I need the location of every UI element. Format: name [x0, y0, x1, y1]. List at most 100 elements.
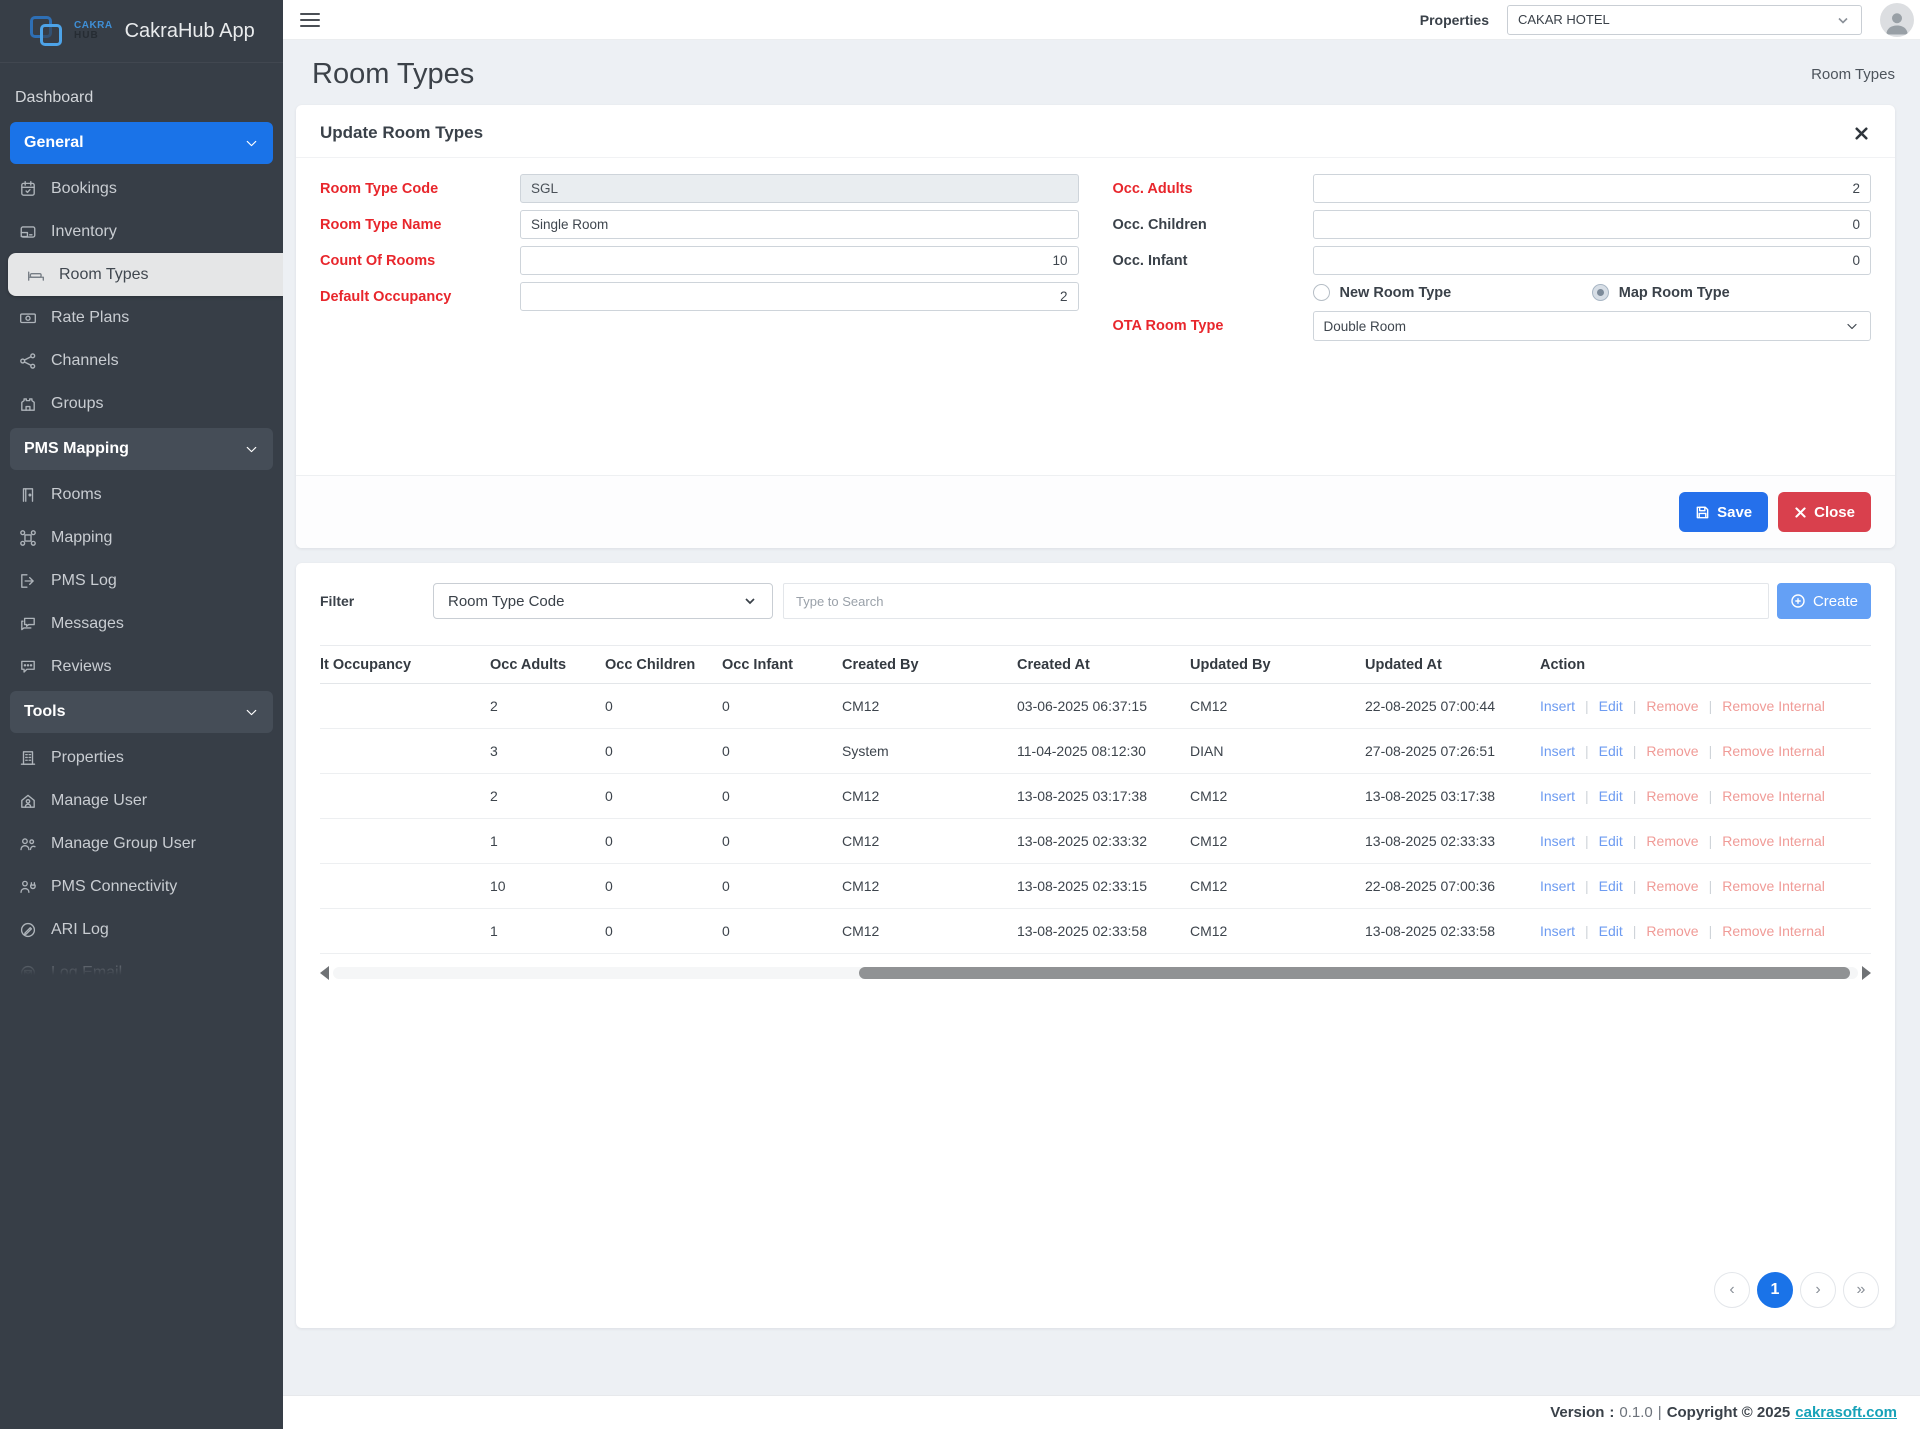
- count-of-rooms-input[interactable]: [520, 246, 1079, 275]
- table-cell: 0: [722, 923, 842, 939]
- sidebar-item-inventory[interactable]: Inventory: [0, 210, 283, 253]
- column-header-updated-by: Updated By: [1190, 657, 1365, 673]
- table-cell: CM12: [842, 788, 1017, 804]
- sidebar-item-messages[interactable]: Messages: [0, 602, 283, 645]
- sidebar-item-pms-connectivity[interactable]: PMS Connectivity: [0, 865, 283, 908]
- sidebar-item-reviews[interactable]: Reviews: [0, 645, 283, 688]
- banknote-icon: [19, 309, 37, 327]
- user-avatar-icon[interactable]: [1880, 3, 1914, 37]
- sidebar-item-manage-group-user[interactable]: Manage Group User: [0, 822, 283, 865]
- action-remove-link[interactable]: Remove: [1646, 743, 1698, 759]
- action-remove-internal-link[interactable]: Remove Internal: [1722, 788, 1825, 804]
- app-window: CAKRA HUB CakraHub App DashboardGeneralB…: [0, 0, 1920, 1429]
- action-edit-link[interactable]: Edit: [1599, 878, 1623, 894]
- form-row-default-occupancy: Default Occupancy: [320, 282, 1079, 311]
- last-page-button[interactable]: »: [1843, 1272, 1879, 1308]
- close-icon[interactable]: [1851, 123, 1871, 143]
- occ-adults-input[interactable]: [1313, 174, 1872, 203]
- sidebar-item-pms-log[interactable]: PMS Log: [0, 559, 283, 602]
- action-remove-link[interactable]: Remove: [1646, 788, 1698, 804]
- sidebar-item-mapping[interactable]: Mapping: [0, 516, 283, 559]
- scrollbar-track[interactable]: [333, 967, 1858, 979]
- action-remove-link[interactable]: Remove: [1646, 698, 1698, 714]
- occ-infant-input[interactable]: [1313, 246, 1872, 275]
- sidebar-item-rate-plans[interactable]: Rate Plans: [0, 296, 283, 339]
- sidebar-item-properties[interactable]: Properties: [0, 736, 283, 779]
- sidebar-item-ari-log[interactable]: ARI Log: [0, 908, 283, 951]
- action-edit-link[interactable]: Edit: [1599, 923, 1623, 939]
- update-card-footer: Save Close: [296, 475, 1895, 548]
- room-type-name-input[interactable]: [520, 210, 1079, 239]
- sidebar-item-groups[interactable]: Groups: [0, 382, 283, 425]
- form-left-column: Room Type CodeRoom Type NameCount Of Roo…: [320, 174, 1079, 475]
- map-room-type-radio[interactable]: Map Room Type: [1592, 284, 1871, 301]
- sidebar-item-bookings[interactable]: Bookings: [0, 167, 283, 210]
- action-cell: Insert|Edit|Remove|Remove Internal: [1540, 923, 1871, 939]
- field-label-count-of-rooms: Count Of Rooms: [320, 253, 520, 269]
- sidebar-item-dashboard[interactable]: Dashboard: [0, 76, 283, 119]
- action-remove-internal-link[interactable]: Remove Internal: [1722, 878, 1825, 894]
- table-cell: System: [842, 743, 1017, 759]
- create-button[interactable]: Create: [1777, 583, 1871, 619]
- close-button[interactable]: Close: [1778, 492, 1871, 532]
- room-type-mode-radios: New Room TypeMap Room Type: [1313, 284, 1872, 301]
- sidebar-item-room-types[interactable]: Room Types: [8, 253, 283, 296]
- action-insert-link[interactable]: Insert: [1540, 743, 1575, 759]
- sidebar-item-pms-mapping[interactable]: PMS Mapping: [10, 428, 273, 470]
- action-insert-link[interactable]: Insert: [1540, 833, 1575, 849]
- search-input[interactable]: [783, 583, 1769, 619]
- table-cell: 0: [722, 698, 842, 714]
- version-label: Version: [1550, 1404, 1604, 1421]
- column-header-created-at: Created At: [1017, 657, 1190, 673]
- table-cell: 13-08-2025 02:33:33: [1365, 833, 1540, 849]
- save-button[interactable]: Save: [1679, 492, 1768, 532]
- room-type-code-input[interactable]: [520, 174, 1079, 203]
- action-insert-link[interactable]: Insert: [1540, 923, 1575, 939]
- default-occupancy-input[interactable]: [520, 282, 1079, 311]
- action-insert-link[interactable]: Insert: [1540, 878, 1575, 894]
- table-cell: 0: [605, 743, 722, 759]
- action-edit-link[interactable]: Edit: [1599, 788, 1623, 804]
- pagination: ‹1›»: [1714, 1272, 1879, 1308]
- page-1-button[interactable]: 1: [1757, 1272, 1793, 1308]
- cakrasoft-link[interactable]: cakrasoft.com: [1795, 1404, 1897, 1421]
- table-cell: 0: [722, 878, 842, 894]
- footer-separator: |: [1658, 1404, 1662, 1421]
- sidebar-item-channels[interactable]: Channels: [0, 339, 283, 382]
- sidebar-item-manage-user[interactable]: Manage User: [0, 779, 283, 822]
- scroll-left-arrow-icon[interactable]: [320, 966, 329, 980]
- floppy-save-icon: [1695, 505, 1710, 520]
- table-row: 200CM1213-08-2025 03:17:38CM1213-08-2025…: [320, 774, 1871, 819]
- action-insert-link[interactable]: Insert: [1540, 698, 1575, 714]
- action-remove-internal-link[interactable]: Remove Internal: [1722, 698, 1825, 714]
- filter-field-select[interactable]: Room Type Code: [433, 583, 773, 619]
- prev-page-button[interactable]: ‹: [1714, 1272, 1750, 1308]
- scroll-right-arrow-icon[interactable]: [1862, 966, 1871, 980]
- sidebar-item-log-email[interactable]: Log Email: [0, 951, 283, 975]
- action-insert-link[interactable]: Insert: [1540, 788, 1575, 804]
- action-remove-internal-link[interactable]: Remove Internal: [1722, 743, 1825, 759]
- building-icon: [19, 749, 37, 767]
- action-remove-link[interactable]: Remove: [1646, 833, 1698, 849]
- action-remove-internal-link[interactable]: Remove Internal: [1722, 833, 1825, 849]
- property-select-value: CAKAR HOTEL: [1518, 12, 1835, 27]
- sidebar-item-general[interactable]: General: [10, 122, 273, 164]
- new-room-type-radio[interactable]: New Room Type: [1313, 284, 1592, 301]
- property-select[interactable]: CAKAR HOTEL: [1507, 5, 1862, 35]
- groups-icon: [19, 395, 37, 413]
- sidebar-item-rooms[interactable]: Rooms: [0, 473, 283, 516]
- ota-room-type-select[interactable]: Double Room: [1313, 311, 1872, 341]
- next-page-button[interactable]: ›: [1800, 1272, 1836, 1308]
- action-remove-link[interactable]: Remove: [1646, 878, 1698, 894]
- table-cell: 3: [490, 743, 605, 759]
- table-cell: 0: [605, 833, 722, 849]
- action-edit-link[interactable]: Edit: [1599, 743, 1623, 759]
- action-edit-link[interactable]: Edit: [1599, 833, 1623, 849]
- action-remove-link[interactable]: Remove: [1646, 923, 1698, 939]
- action-edit-link[interactable]: Edit: [1599, 698, 1623, 714]
- hamburger-menu-icon[interactable]: [300, 13, 320, 27]
- occ-children-input[interactable]: [1313, 210, 1872, 239]
- action-remove-internal-link[interactable]: Remove Internal: [1722, 923, 1825, 939]
- sidebar-item-tools[interactable]: Tools: [10, 691, 273, 733]
- scrollbar-thumb[interactable]: [859, 967, 1850, 979]
